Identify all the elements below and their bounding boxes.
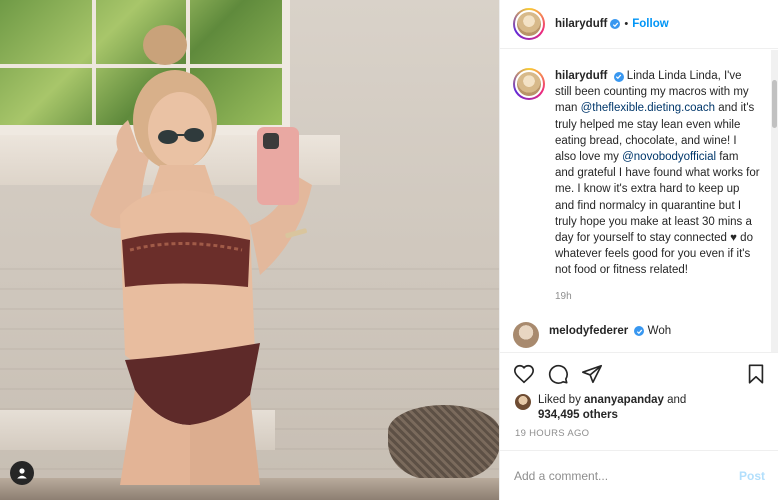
person-figure — [90, 25, 312, 485]
share-icon[interactable] — [581, 363, 603, 385]
caption-mention-link[interactable]: @novobodyofficial — [622, 151, 716, 163]
caption-time[interactable]: 19h — [555, 291, 770, 302]
verified-badge-icon — [634, 326, 645, 337]
comments-scrollbar[interactable] — [771, 50, 778, 352]
caption-text-part: fam and grateful I have found what works… — [555, 151, 760, 277]
tagged-user-button[interactable] — [10, 461, 34, 485]
comment-text: melodyfederer Woh — [549, 325, 671, 337]
post-timestamp[interactable]: 19 HOURS AGO — [515, 428, 589, 439]
liker-avatar[interactable] — [515, 394, 531, 410]
post-photo[interactable] — [0, 0, 499, 500]
comment-input[interactable] — [514, 468, 739, 483]
heart-icon[interactable] — [513, 363, 535, 385]
follow-button[interactable]: Follow — [632, 18, 668, 30]
comment-item: melodyfederer Woh — [513, 321, 770, 348]
post-actions: Liked by ananyapanday and 934,495 others… — [500, 352, 778, 450]
caption-username[interactable]: hilaryduff — [555, 70, 607, 82]
add-comment-bar: Post — [500, 450, 778, 500]
caption-avatar[interactable] — [513, 68, 545, 100]
likes-count[interactable]: 934,495 — [538, 409, 580, 421]
likes-middle: and — [663, 394, 687, 406]
author-avatar[interactable] — [513, 8, 545, 40]
likes-suffix[interactable]: others — [580, 409, 618, 421]
verified-badge-icon — [613, 71, 624, 82]
author-username[interactable]: hilaryduff — [555, 18, 607, 30]
caption-text: hilaryduff Linda Linda Linda, I've still… — [555, 68, 760, 279]
caption: hilaryduff Linda Linda Linda, I've still… — [513, 68, 770, 279]
comments-list[interactable]: hilaryduff Linda Linda Linda, I've still… — [500, 50, 770, 352]
commenter-username[interactable]: melodyfederer — [549, 325, 628, 337]
comment-body: Woh — [647, 324, 672, 337]
comment-icon[interactable] — [547, 363, 569, 385]
commenter-avatar[interactable] — [513, 321, 539, 348]
verified-badge-icon — [610, 19, 621, 29]
bookmark-icon[interactable] — [745, 363, 767, 385]
caption-mention-link[interactable]: @theflexible.dieting.coach — [581, 102, 715, 114]
liker-username[interactable]: ananyapanday — [584, 394, 664, 406]
post-sidebar: hilaryduff • Follow hilaryduff Linda Lin… — [499, 0, 778, 500]
basket — [388, 405, 499, 480]
header-separator: • — [624, 18, 629, 30]
likes-summary: Liked by ananyapanday and 934,495 others — [515, 393, 686, 423]
likes-prefix: Liked by — [538, 394, 585, 406]
user-icon — [17, 468, 27, 479]
post-header: hilaryduff • Follow — [500, 0, 778, 49]
post-comment-button[interactable]: Post — [739, 469, 765, 483]
